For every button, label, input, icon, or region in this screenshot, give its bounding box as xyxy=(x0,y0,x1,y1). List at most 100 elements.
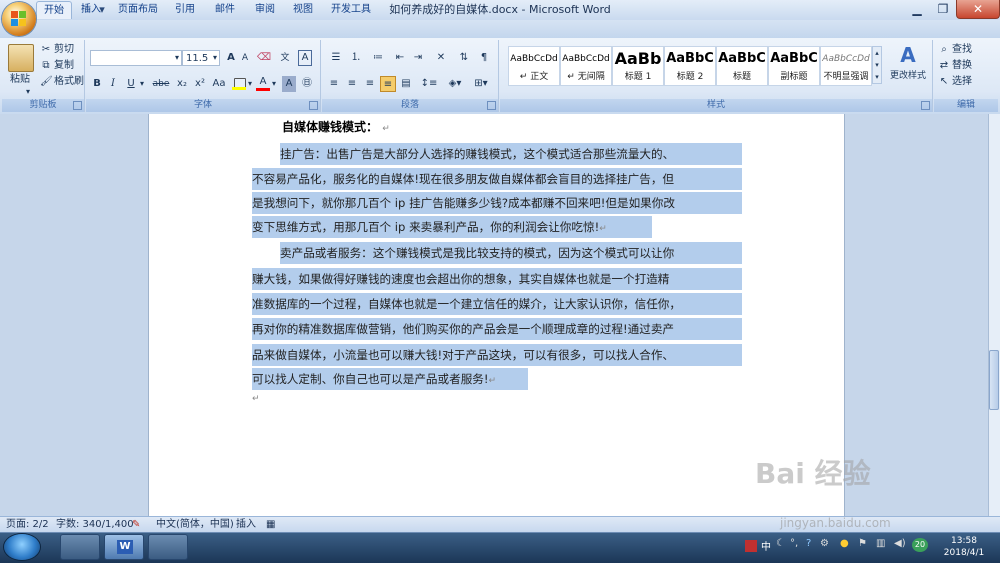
tab-insert[interactable]: 插入 xyxy=(74,1,108,18)
select-button[interactable]: 选择 xyxy=(952,74,972,90)
tray-volume-icon[interactable]: ◀) xyxy=(894,538,906,549)
office-button[interactable] xyxy=(2,2,36,36)
language-indicator[interactable]: 中文(简体，中国) xyxy=(156,517,234,533)
char-shading-icon[interactable]: A xyxy=(282,76,296,92)
increase-indent-icon[interactable]: ⇥ xyxy=(410,50,426,66)
tray-app-icon[interactable] xyxy=(745,540,757,552)
enclose-char-icon[interactable]: ㊐ xyxy=(300,76,314,92)
tray-badge[interactable]: 20 xyxy=(912,538,928,552)
borders-icon[interactable]: ⊞▾ xyxy=(470,76,492,92)
tab-view[interactable]: 视图 xyxy=(286,1,320,18)
tab-page-layout[interactable]: 页面布局 xyxy=(112,1,164,18)
vertical-scrollbar[interactable] xyxy=(988,114,1000,516)
tray-network-icon[interactable]: ▥ xyxy=(876,538,885,549)
underline-dropdown-icon[interactable]: ▾ xyxy=(138,76,146,92)
doc-line[interactable]: 不容易产品化，服务化的自媒体!现在很多朋友做自媒体都会盲目的选择挂广告，但 xyxy=(252,168,742,190)
tab-mailings[interactable]: 邮件 xyxy=(208,1,242,18)
align-center-icon[interactable]: ≡ xyxy=(344,76,360,92)
decrease-indent-icon[interactable]: ⇤ xyxy=(392,50,408,66)
char-border-icon[interactable]: A xyxy=(298,50,312,66)
tab-home[interactable]: 开始 xyxy=(36,1,72,19)
tab-review[interactable]: 审阅 xyxy=(248,1,282,18)
style-heading-1[interactable]: AaBb 标题 1 xyxy=(612,46,664,86)
paste-dropdown-icon[interactable]: ▾ xyxy=(22,84,34,100)
proofing-icon[interactable]: ✎ xyxy=(132,517,140,533)
superscript-icon[interactable]: x² xyxy=(192,76,208,92)
justify-icon[interactable]: ≡ xyxy=(380,76,396,92)
subscript-icon[interactable]: x₂ xyxy=(174,76,190,92)
taskbar-paint-icon[interactable] xyxy=(148,534,188,560)
style-title[interactable]: AaBbC 标题 xyxy=(716,46,768,86)
numbering-icon[interactable]: ⒈ xyxy=(346,50,366,66)
copy-button[interactable]: 复制 xyxy=(54,58,74,74)
style-subtle-emphasis[interactable]: AaBbCcDd 不明显强调 xyxy=(820,46,872,86)
font-color-dropdown-icon[interactable]: ▾ xyxy=(270,76,278,92)
chinese-layout-icon[interactable]: ✕ xyxy=(430,50,452,66)
change-case-icon[interactable]: Aa xyxy=(210,76,228,92)
doc-line[interactable]: 准数据库的一个过程，自媒体也就是一个建立信任的媒介，让大家认识你，信任你， xyxy=(252,293,742,315)
taskbar-word-icon[interactable]: W xyxy=(104,534,144,560)
cut-button[interactable]: 剪切 xyxy=(54,42,74,58)
distributed-icon[interactable]: ▤ xyxy=(398,76,414,92)
macro-record-icon[interactable]: ▦ xyxy=(266,517,275,533)
style-heading-2[interactable]: AaBbC 标题 2 xyxy=(664,46,716,86)
clock[interactable]: 13:58 2018/4/1 xyxy=(930,535,998,559)
restore-icon[interactable]: ❐ xyxy=(930,0,956,18)
doc-line[interactable]: 赚大钱，如果做得好赚钱的速度也会超出你的想象，其实自媒体也就是一个打造精 xyxy=(252,268,742,290)
doc-line[interactable]: 挂广告：出售广告是大部分人选择的赚钱模式，这个模式适合那些流量大的、 xyxy=(280,143,742,165)
highlight-dropdown-icon[interactable]: ▾ xyxy=(246,76,254,92)
word-count[interactable]: 字数: 340/1,400 xyxy=(56,517,134,533)
font-name-combo[interactable] xyxy=(90,50,182,66)
styles-scroll-icon[interactable]: ▴ ▾ ▾ xyxy=(872,46,882,84)
paragraph-dialog-launcher-icon[interactable] xyxy=(487,101,496,110)
tray-punctuation-icon[interactable]: °, xyxy=(790,538,798,549)
underline-icon[interactable]: U xyxy=(124,76,138,92)
format-painter-button[interactable]: 格式刷 xyxy=(54,74,84,90)
font-color-icon[interactable]: A xyxy=(256,76,270,92)
insert-mode-indicator[interactable]: 插入 xyxy=(236,517,256,533)
replace-button[interactable]: 替换 xyxy=(952,58,972,74)
tab-references[interactable]: 引用 xyxy=(168,1,202,18)
highlight-icon[interactable] xyxy=(232,78,246,90)
doc-line[interactable]: 卖产品或者服务：这个赚钱模式是我比较支持的模式，因为这个模式可以让你 xyxy=(280,242,742,264)
italic-icon[interactable]: I xyxy=(106,76,120,92)
line-spacing-icon[interactable]: ↕≡ xyxy=(418,76,440,92)
doc-line[interactable]: 再对你的精准数据库做营销，他们购买你的产品会是一个顺理成章的过程!通过卖产 xyxy=(252,318,742,340)
start-button-icon[interactable] xyxy=(4,534,40,560)
font-size-dropdown-icon[interactable]: ▾ xyxy=(210,50,220,66)
grow-font-icon[interactable]: A xyxy=(224,50,238,66)
minimize-icon[interactable]: ▁ xyxy=(904,0,930,18)
tray-help-icon[interactable]: ? xyxy=(806,538,811,549)
font-name-dropdown-icon[interactable]: ▾ xyxy=(172,50,182,66)
shading-icon[interactable]: ◈▾ xyxy=(444,76,466,92)
bold-icon[interactable]: B xyxy=(90,76,104,92)
align-left-icon[interactable]: ≡ xyxy=(326,76,342,92)
show-marks-icon[interactable]: ¶ xyxy=(476,50,492,66)
multilevel-list-icon[interactable]: ≔ xyxy=(368,50,388,66)
phonetic-guide-icon[interactable]: 文 xyxy=(276,50,294,66)
clipboard-dialog-launcher-icon[interactable] xyxy=(73,101,82,110)
font-dialog-launcher-icon[interactable] xyxy=(309,101,318,110)
style-normal[interactable]: AaBbCcDd ↵ 正文 xyxy=(508,46,560,86)
tray-security-icon[interactable]: ● xyxy=(840,538,849,549)
page-indicator[interactable]: 页面: 2/2 xyxy=(6,517,49,533)
close-icon[interactable]: ✕ xyxy=(956,0,1000,19)
clear-format-icon[interactable]: ⌫ xyxy=(256,50,272,66)
strikethrough-icon[interactable]: abe xyxy=(150,76,172,92)
doc-line[interactable]: 是我想问下，就你那几百个 ip 挂广告能赚多少钱?成本都赚不回来吧!但是如果你改 xyxy=(252,192,742,214)
find-button[interactable]: 查找 xyxy=(952,42,972,58)
paste-icon[interactable] xyxy=(8,44,34,72)
sort-icon[interactable]: ⇅ xyxy=(456,50,472,66)
tray-settings-icon[interactable]: ⚙ xyxy=(820,538,829,549)
ime-indicator[interactable]: 中 xyxy=(761,538,771,553)
bullets-icon[interactable]: ☰ xyxy=(326,50,346,66)
tray-moon-icon[interactable]: ☾ xyxy=(776,538,785,549)
style-no-spacing[interactable]: AaBbCcDd ↵ 无间隔 xyxy=(560,46,612,86)
scrollbar-thumb[interactable] xyxy=(989,350,999,410)
styles-dialog-launcher-icon[interactable] xyxy=(921,101,930,110)
style-subtitle[interactable]: AaBbC 副标题 xyxy=(768,46,820,86)
tray-flag-icon[interactable]: ⚑ xyxy=(858,538,867,549)
doc-line[interactable]: 变下思维方式，用那几百个 ip 来卖暴利产品，你的利润会让你吃惊!↵ xyxy=(252,216,652,238)
doc-line[interactable]: 品来做自媒体，小流量也可以赚大钱!对于产品这块，可以有很多，可以找人合作、 xyxy=(252,344,742,366)
change-styles-button[interactable]: 更改样式 xyxy=(888,68,928,84)
